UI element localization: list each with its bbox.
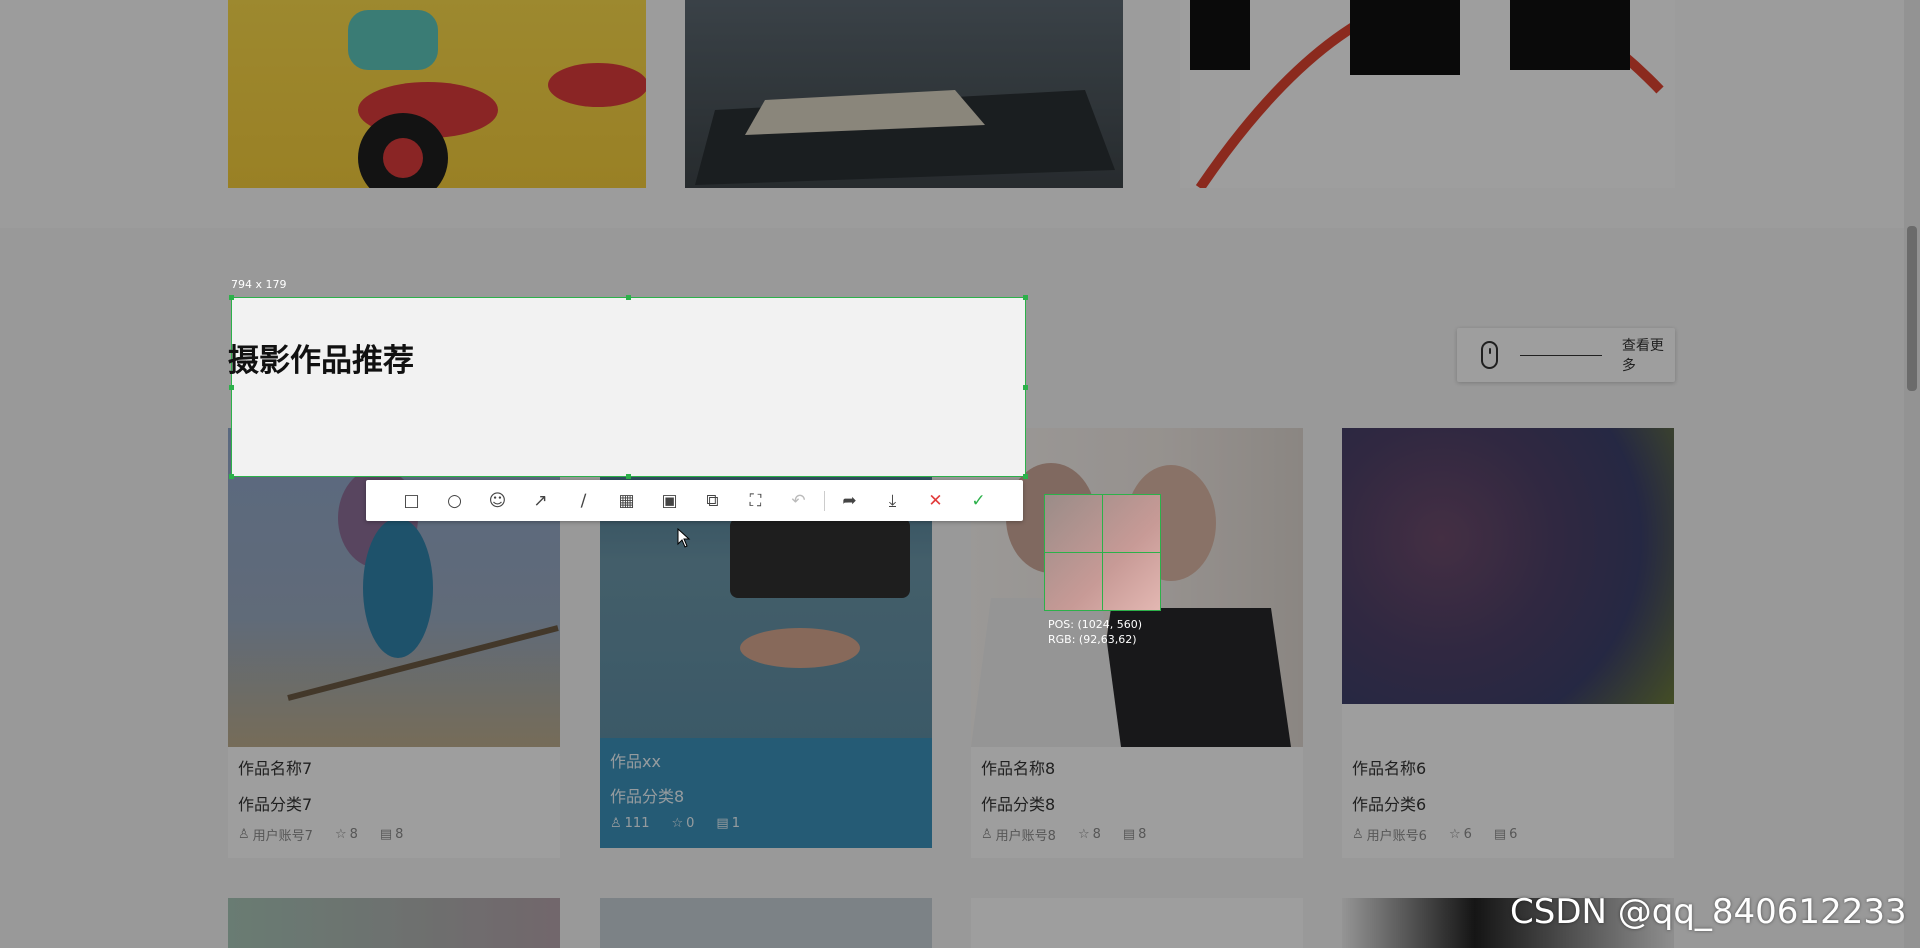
comment-icon: ▤ (1493, 827, 1507, 842)
work-category: 作品分类8 (610, 787, 685, 806)
arrow-icon[interactable]: ↗ (519, 480, 562, 521)
share-icon[interactable]: ➦ (828, 480, 871, 521)
line-icon[interactable]: ∕ (562, 480, 605, 521)
work-image-next-row[interactable] (600, 898, 932, 948)
pin-icon[interactable]: ⧉ (691, 480, 734, 521)
resize-handle-top-right[interactable] (1023, 295, 1028, 300)
rectangle-icon[interactable]: □ (390, 480, 433, 521)
view-more-label: 查看更多 (1621, 338, 1664, 374)
banner-meeting-room-image[interactable] (685, 0, 1123, 188)
resize-handle-bottom-right[interactable] (1023, 474, 1028, 479)
comment-count: 1 (731, 816, 740, 831)
user-account: 用户账号6 (1366, 829, 1427, 844)
ellipse-icon[interactable]: ○ (433, 480, 476, 521)
csdn-watermark: CSDN @qq_840612233 (1510, 892, 1907, 932)
star-icon: ☆ (1448, 827, 1461, 842)
user-account: 111 (624, 816, 650, 831)
comment-icon: ▤ (379, 827, 393, 842)
resize-handle-top[interactable] (626, 295, 631, 300)
capture-toolbar: □ ○ ☺ ↗ ∕ ▦ ▣ ⧉ ⛶ ↶ ➦ ⤓ ✕ ✓ (366, 480, 1023, 521)
work-meta: ♙ 用户账号8 ☆ 8 ▤ 8 (981, 825, 1146, 844)
resize-handle-right[interactable] (1023, 385, 1028, 390)
section-title-in-selection: 摄影作品推荐 (228, 343, 414, 379)
star-count: 8 (1092, 827, 1101, 842)
cursor-position: POS: (1024, 560) (1048, 618, 1143, 631)
resize-handle-top-left[interactable] (229, 295, 234, 300)
ocr-icon[interactable]: ⛶ (734, 480, 777, 521)
work-name: 作品名称6 (1352, 759, 1427, 778)
text-icon[interactable]: ▣ (648, 480, 691, 521)
user-account: 用户账号8 (995, 829, 1056, 844)
resize-handle-left[interactable] (229, 385, 234, 390)
work-category: 作品分类6 (1352, 795, 1427, 814)
star-count: 8 (349, 827, 358, 842)
comment-count: 6 (1509, 827, 1518, 842)
cursor-rgb: RGB: (92,63,62) (1048, 633, 1137, 646)
color-picker-magnifier (1044, 494, 1161, 611)
drummer-illustration (348, 10, 646, 188)
mosaic-icon[interactable]: ▦ (605, 480, 648, 521)
work-image-next-row[interactable] (228, 898, 560, 948)
star-icon: ☆ (1077, 827, 1090, 842)
work-meta: ♙ 用户账号6 ☆ 6 ▤ 6 (1352, 825, 1517, 844)
more-divider (1520, 354, 1602, 356)
work-name: 作品名称8 (981, 759, 1056, 778)
work-meta: ♙ 用户账号7 ☆ 8 ▤ 8 (238, 825, 403, 844)
work-card[interactable]: 作品名称6 作品分类6 ♙ 用户账号6 ☆ 6 ▤ 6 (1342, 428, 1674, 858)
view-more-button[interactable]: 查看更多 (1457, 328, 1675, 382)
user-account: 用户账号7 (252, 829, 313, 844)
comment-count: 8 (395, 827, 404, 842)
work-meta: ♙ 111 ☆ 0 ▤ 1 (610, 816, 740, 831)
work-name: 作品xx (610, 752, 661, 771)
confirm-icon[interactable]: ✓ (957, 480, 1000, 521)
magnifier-info: POS: (1024, 560) RGB: (92,63,62) (1048, 617, 1142, 647)
resize-handle-bottom[interactable] (626, 474, 631, 479)
work-name: 作品名称7 (238, 759, 313, 778)
meeting-room-illustration (695, 90, 1115, 185)
banner-drummer-image[interactable] (228, 0, 646, 188)
mouse-icon (1481, 341, 1499, 369)
work-image-blueberries (1342, 428, 1674, 704)
user-icon: ♙ (981, 827, 993, 842)
user-icon: ♙ (1352, 827, 1364, 842)
cancel-icon[interactable]: ✕ (914, 480, 957, 521)
banner-calligraphy-image[interactable] (1180, 0, 1675, 188)
selection-size-label: 794 x 179 (231, 278, 287, 291)
star-icon: ☆ (671, 816, 684, 831)
toolbar-separator (820, 480, 828, 521)
user-icon: ♙ (238, 827, 250, 842)
comment-icon: ▤ (1122, 827, 1136, 842)
scrollbar-thumb[interactable] (1907, 226, 1917, 391)
undo-icon[interactable]: ↶ (777, 480, 820, 521)
star-count: 6 (1463, 827, 1472, 842)
star-count: 0 (686, 816, 695, 831)
work-category: 作品分类7 (238, 795, 313, 814)
calligraphy-illustration (1190, 0, 1664, 188)
scrollbar-track[interactable] (1904, 0, 1920, 948)
emoji-icon[interactable]: ☺ (476, 480, 519, 521)
work-category: 作品分类8 (981, 795, 1056, 814)
resize-handle-bottom-left[interactable] (229, 474, 234, 479)
user-icon: ♙ (610, 816, 622, 831)
download-icon[interactable]: ⤓ (871, 480, 914, 521)
comment-count: 8 (1138, 827, 1147, 842)
work-image-next-row[interactable] (971, 898, 1303, 948)
comment-icon: ▤ (716, 816, 729, 831)
magnifier-crosshair-v (1102, 495, 1103, 610)
capture-selection[interactable] (229, 295, 1028, 479)
star-icon: ☆ (334, 827, 347, 842)
